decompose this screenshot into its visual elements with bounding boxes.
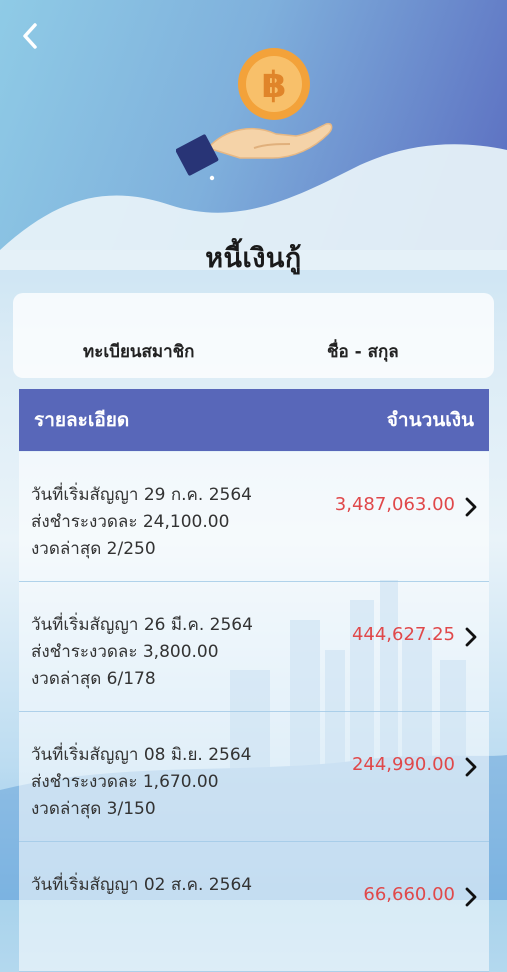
loan-latest-period: งวดล่าสุด 3/150: [31, 799, 156, 819]
member-id-label: ทะเบียนสมาชิก: [83, 342, 195, 362]
chevron-right-icon: [465, 627, 477, 647]
page-title: หนี้เงินกู้: [205, 243, 302, 274]
hand-coin-icon: ฿: [176, 48, 333, 181]
loan-list: วันที่เริ่มสัญญา 29 ก.ค. 2564 ส่งชำระงวด…: [19, 452, 489, 972]
loan-installment: ส่งชำระงวดละ 3,800.00: [31, 642, 219, 662]
loan-latest-period: งวดล่าสุด 6/178: [31, 669, 156, 689]
loan-details: วันที่เริ่มสัญญา 26 มี.ค. 2564 ส่งชำระงว…: [31, 612, 253, 693]
loan-start-date: วันที่เริ่มสัญญา 26 มี.ค. 2564: [31, 615, 253, 635]
loan-row[interactable]: วันที่เริ่มสัญญา 29 ก.ค. 2564 ส่งชำระงวด…: [19, 452, 489, 582]
chevron-right-icon: [465, 757, 477, 777]
coin-symbol: ฿: [261, 65, 286, 106]
chevron-right-icon: [465, 497, 477, 517]
loan-details: วันที่เริ่มสัญญา 02 ส.ค. 2564: [31, 872, 252, 899]
loan-start-date: วันที่เริ่มสัญญา 02 ส.ค. 2564: [31, 875, 253, 895]
loan-row[interactable]: วันที่เริ่มสัญญา 02 ส.ค. 2564 66,660.00: [19, 842, 489, 972]
loan-table-header: รายละเอียด จำนวนเงิน: [19, 389, 489, 451]
chevron-left-icon: [23, 23, 37, 49]
loan-details: วันที่เริ่มสัญญา 08 มิ.ย. 2564 ส่งชำระงว…: [31, 742, 252, 823]
loan-row[interactable]: วันที่เริ่มสัญญา 08 มิ.ย. 2564 ส่งชำระงว…: [19, 712, 489, 842]
loan-amount: 3,487,063.00: [334, 494, 455, 515]
loan-amount: 66,660.00: [363, 884, 455, 905]
back-button[interactable]: [14, 18, 46, 54]
loan-amount: 444,627.25: [351, 624, 455, 645]
loan-details: วันที่เริ่มสัญญา 29 ก.ค. 2564 ส่งชำระงวด…: [31, 482, 252, 563]
column-header-details: รายละเอียด: [34, 409, 130, 431]
loan-start-date: วันที่เริ่มสัญญา 29 ก.ค. 2564: [31, 485, 252, 505]
loan-installment: ส่งชำระงวดละ 1,670.00: [31, 772, 219, 792]
loan-row[interactable]: วันที่เริ่มสัญญา 26 มี.ค. 2564 ส่งชำระงว…: [19, 582, 489, 712]
member-name-label: ชื่อ - สกุล: [327, 342, 399, 362]
loan-installment: ส่งชำระงวดละ 24,100.00: [31, 512, 230, 532]
column-header-amount: จำนวนเงิน: [386, 409, 474, 431]
loan-amount: 244,990.00: [351, 754, 455, 775]
loan-latest-period: งวดล่าสุด 2/250: [31, 539, 156, 559]
member-info-card: ทะเบียนสมาชิก ชื่อ - สกุล: [13, 293, 494, 378]
chevron-right-icon: [465, 887, 477, 907]
loan-start-date: วันที่เริ่มสัญญา 08 มิ.ย. 2564: [31, 745, 252, 765]
